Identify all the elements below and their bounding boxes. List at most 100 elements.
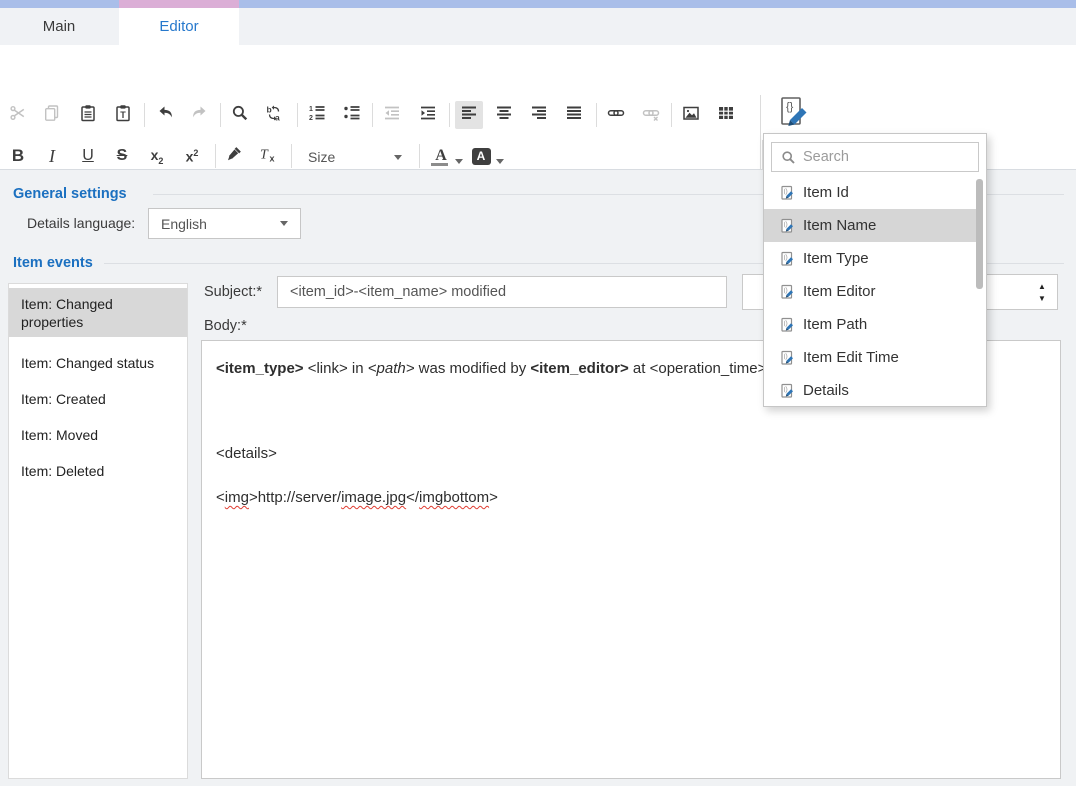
table-icon <box>717 104 735 127</box>
details-language-label: Details language: <box>27 215 135 231</box>
bold-button[interactable]: B <box>4 142 32 170</box>
tag-item-label: Item Edit Time <box>803 349 899 366</box>
undo-button[interactable] <box>152 101 180 129</box>
tag-item-id[interactable]: ()Item Id <box>764 176 978 209</box>
svg-text:(): () <box>784 387 788 393</box>
find-button[interactable] <box>226 101 254 129</box>
unlink-icon <box>642 104 660 127</box>
strikethrough-button[interactable]: S <box>108 142 136 170</box>
tag-item-editor[interactable]: ()Item Editor <box>764 275 978 308</box>
font-size-label: Size <box>308 149 335 165</box>
body-label: Body:* <box>204 318 247 334</box>
svg-text:(): () <box>784 255 788 261</box>
tag-item-label: Item Editor <box>803 283 876 300</box>
align-right-button[interactable] <box>525 101 553 129</box>
subject-label: Subject:* <box>204 284 262 300</box>
spinner-down-button[interactable]: ▼ <box>1035 292 1049 304</box>
justify-button[interactable] <box>560 101 588 129</box>
replace-icon: ba <box>265 104 283 127</box>
list-item-deleted[interactable]: Item: Deleted <box>9 453 187 489</box>
superscript-icon: x2 <box>186 148 199 165</box>
tab-main-label: Main <box>43 18 76 35</box>
svg-text:(): () <box>784 222 788 228</box>
redo-icon <box>190 104 208 127</box>
tag-item-details[interactable]: () Details <box>764 374 978 407</box>
link-button[interactable] <box>602 101 630 129</box>
bold-icon: B <box>12 146 24 166</box>
replace-button[interactable]: ba <box>260 101 288 129</box>
dropdown-scrollbar-thumb[interactable] <box>976 179 983 289</box>
details-language-value: English <box>161 216 280 232</box>
indent-button[interactable] <box>414 101 442 129</box>
italic-button[interactable]: I <box>38 142 66 170</box>
text-color-dropdown-button[interactable] <box>455 151 463 169</box>
text-color-button[interactable]: A <box>427 142 455 170</box>
undo-icon <box>157 104 175 127</box>
body-line-1: <item_type> <link> in <path> was modifie… <box>216 360 766 377</box>
numbered-list-button[interactable]: 12 <box>303 101 331 129</box>
paste-as-text-icon: T <box>114 104 132 127</box>
tag-item-name[interactable]: () Item Name <box>764 209 978 242</box>
redo-button[interactable] <box>185 101 213 129</box>
svg-text:2: 2 <box>309 115 313 122</box>
svg-text:{}: {} <box>786 101 794 113</box>
subject-input[interactable] <box>277 276 727 308</box>
tag-search-box <box>771 142 979 172</box>
remove-format-button[interactable]: Tx <box>254 142 282 170</box>
format-painter-icon <box>225 145 243 168</box>
bullet-list-button[interactable] <box>338 101 366 129</box>
strikethrough-icon: S <box>117 147 128 165</box>
chevron-down-icon <box>280 221 288 226</box>
tab-editor[interactable]: Editor <box>119 8 239 45</box>
tag-item-label: Details <box>803 382 849 399</box>
paste-button[interactable] <box>74 101 102 129</box>
background-color-dropdown-button[interactable] <box>496 151 504 169</box>
tag-item-path[interactable]: ()Item Path <box>764 308 978 341</box>
background-color-button[interactable]: A <box>467 142 495 170</box>
tag-item-edit-time[interactable]: () Item Edit Time <box>764 341 978 374</box>
top-accent-strip-pink <box>119 0 239 8</box>
cut-button[interactable] <box>4 101 32 129</box>
list-item-label: Item: Created <box>21 391 106 407</box>
tag-icon: () <box>779 185 795 201</box>
chevron-down-icon <box>455 159 463 164</box>
justify-icon <box>565 104 583 127</box>
format-painter-button[interactable] <box>220 142 248 170</box>
tag-icon: () <box>779 350 795 366</box>
subscript-button[interactable]: x2 <box>143 142 171 170</box>
align-left-button[interactable] <box>455 101 483 129</box>
tag-search-input[interactable] <box>803 149 978 165</box>
details-language-select[interactable]: English <box>148 208 301 239</box>
search-icon <box>231 104 249 127</box>
svg-text:(): () <box>784 321 788 327</box>
insert-table-button[interactable] <box>712 101 740 129</box>
tag-icon: () <box>779 251 795 267</box>
list-item-changed-status[interactable]: Item: Changed status <box>9 345 187 381</box>
align-center-button[interactable] <box>490 101 518 129</box>
svg-text:1: 1 <box>309 106 313 113</box>
tag-icon: () <box>779 317 795 333</box>
indent-icon <box>419 104 437 127</box>
font-size-select[interactable]: Size <box>300 144 412 170</box>
svg-text:x: x <box>270 153 275 163</box>
paste-as-text-button[interactable]: T <box>109 101 137 129</box>
insert-tag-dropdown: ()Item Id ()Item Name ()Item Type ()Item… <box>763 133 987 407</box>
insert-image-button[interactable] <box>677 101 705 129</box>
general-settings-heading: General settings <box>13 186 127 202</box>
list-item-created[interactable]: Item: Created <box>9 381 187 417</box>
svg-text:T: T <box>260 147 269 162</box>
underline-button[interactable]: U <box>74 142 102 170</box>
list-item-moved[interactable]: Item: Moved <box>9 417 187 453</box>
item-events-heading: Item events <box>13 255 93 271</box>
unlink-button[interactable] <box>637 101 665 129</box>
tag-item-label: Item Name <box>803 217 876 234</box>
superscript-button[interactable]: x2 <box>178 142 206 170</box>
copy-button[interactable] <box>38 101 66 129</box>
tag-icon: () <box>779 218 795 234</box>
list-item-changed-properties[interactable]: Item: Changed properties <box>9 288 187 337</box>
spinner-up-button[interactable]: ▲ <box>1035 280 1049 292</box>
outdent-button[interactable] <box>378 101 406 129</box>
tag-item-type[interactable]: ()Item Type <box>764 242 978 275</box>
tab-main[interactable]: Main <box>0 8 118 45</box>
chevron-down-icon <box>496 159 504 164</box>
